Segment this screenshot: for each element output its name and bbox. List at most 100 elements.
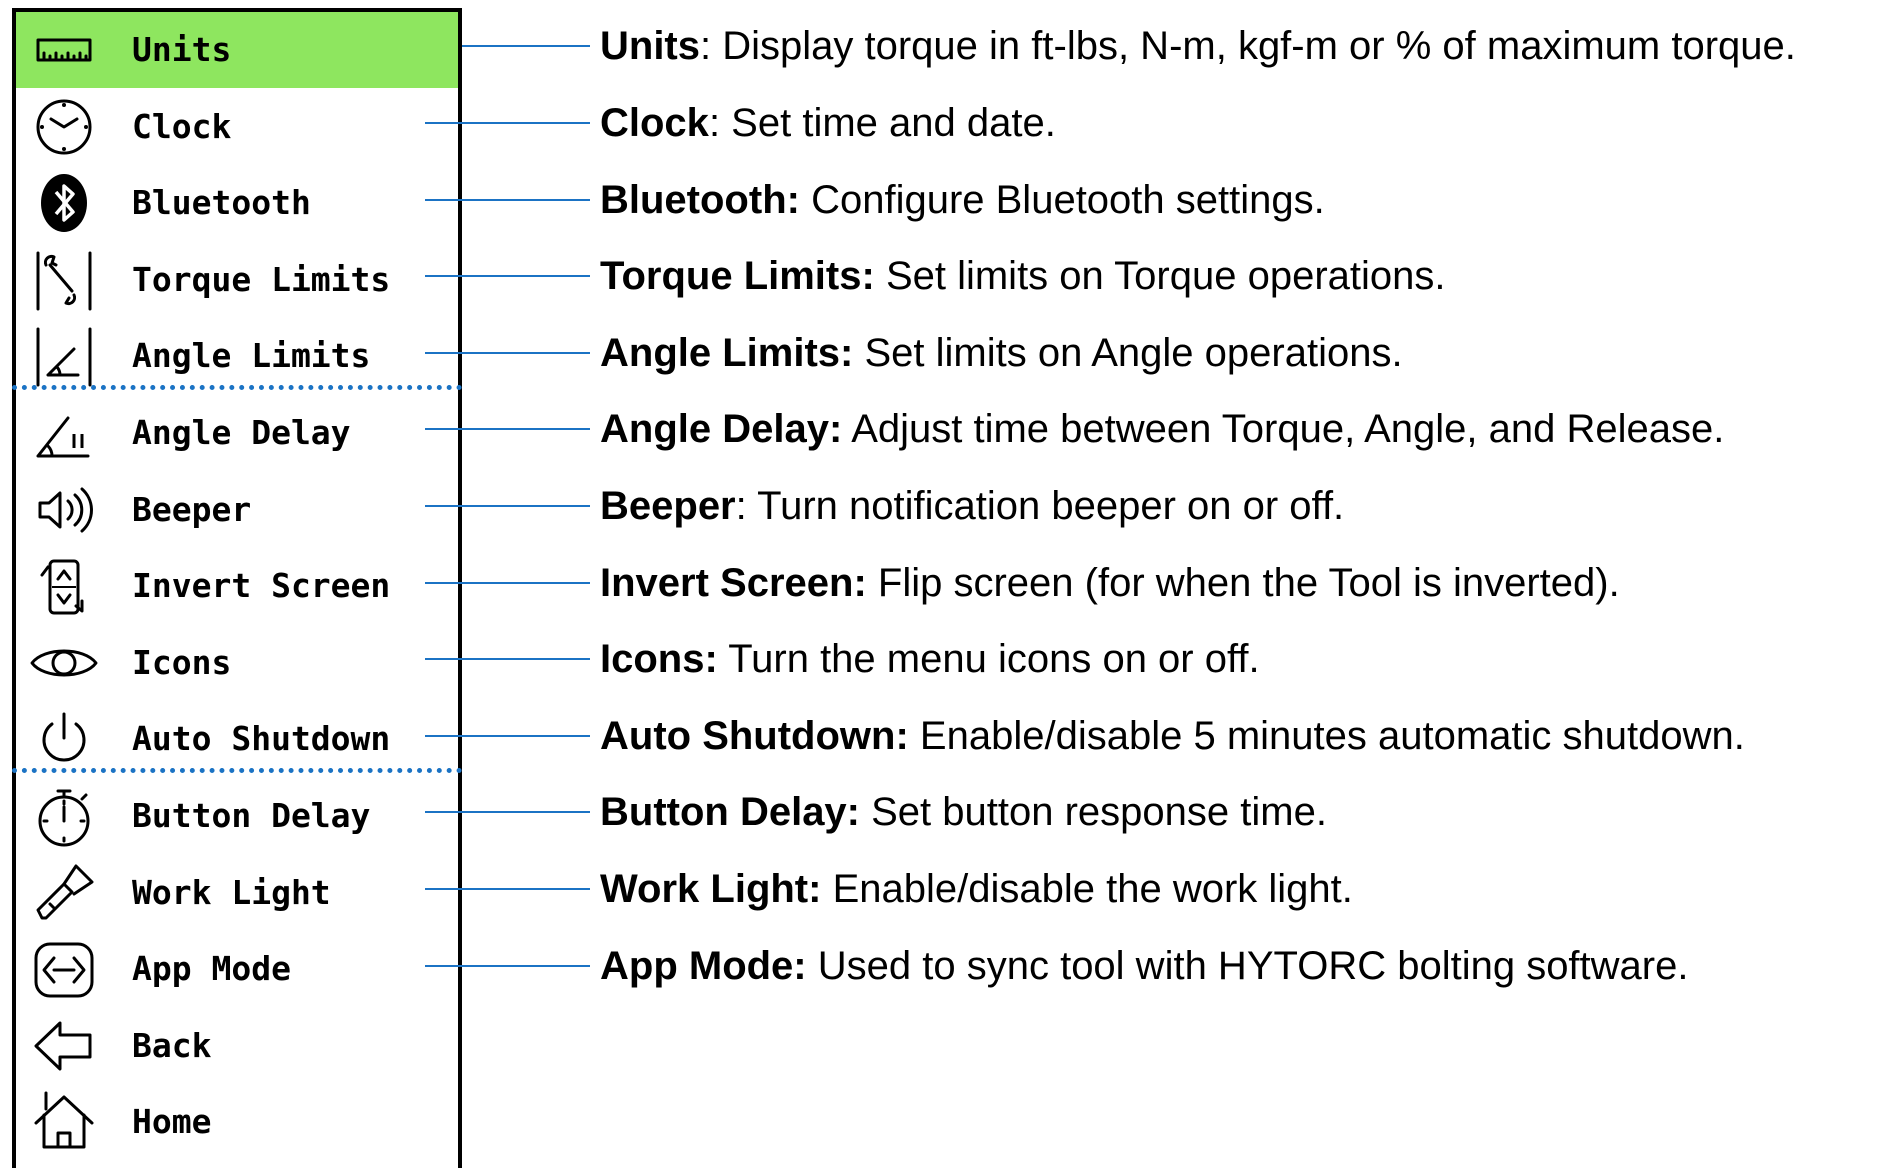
menu-item-torque-limits[interactable]: Torque Limits — [16, 242, 458, 318]
description-10: Button Delay: Set button response time. — [600, 774, 1327, 850]
leader-line — [425, 121, 590, 124]
leader-line — [425, 811, 590, 814]
description-8: Icons: Turn the menu icons on or off. — [600, 621, 1260, 697]
menu-item-work-light[interactable]: Work Light — [16, 855, 458, 931]
menu-item-label: Angle Limits — [132, 336, 371, 376]
home-icon — [30, 1089, 98, 1155]
power-icon — [30, 706, 98, 772]
stopwatch-icon — [30, 783, 98, 849]
menu-item-label: Angle Delay — [132, 413, 351, 452]
clock-icon — [30, 94, 98, 160]
menu-item-invert-screen[interactable]: Invert Screen — [16, 548, 458, 624]
description-separator: : — [735, 483, 758, 528]
leader-line — [425, 581, 590, 584]
menu-item-label: Beeper — [132, 489, 252, 529]
description-term: Angle Limits: — [600, 330, 854, 375]
invert-screen-icon — [30, 553, 98, 619]
menu-item-auto-shutdown[interactable]: Auto Shutdown — [16, 701, 458, 777]
menu-item-label: Torque Limits — [132, 259, 391, 299]
leader-line — [425, 198, 590, 201]
description-5: Angle Delay: Adjust time between Torque,… — [600, 391, 1724, 467]
bluetooth-icon — [30, 170, 98, 236]
description-term: Beeper — [600, 483, 736, 528]
description-separator — [909, 714, 920, 758]
flashlight-icon — [30, 860, 98, 926]
menu-item-beeper[interactable]: Beeper — [16, 472, 458, 548]
description-term: Bluetooth: — [600, 177, 800, 222]
eye-icon — [30, 630, 98, 696]
description-term: Clock — [600, 100, 709, 145]
menu-item-icons[interactable]: Icons — [16, 625, 458, 701]
menu-item-units[interactable]: Units — [16, 12, 458, 88]
menu-item-angle-limits[interactable]: Angle Limits — [16, 318, 458, 394]
wrench-icon — [30, 247, 98, 313]
description-term: Work Light: — [600, 866, 822, 911]
description-text: Display torque in ft-lbs, N-m, kgf-m or … — [722, 24, 1796, 69]
description-text: Set limits on Angle operations. — [864, 330, 1403, 375]
menu-item-label: Bluetooth — [132, 183, 311, 223]
menu-item-back[interactable]: Back — [16, 1008, 458, 1084]
description-term: Angle Delay: — [600, 407, 843, 452]
description-text: Set button response time. — [871, 790, 1327, 835]
description-term: Icons: — [600, 637, 718, 682]
description-separator — [842, 407, 851, 451]
ruler-icon — [30, 17, 98, 83]
angle-icon — [30, 323, 98, 389]
menu-item-label: App Mode — [132, 949, 291, 989]
description-6: Beeper: Turn notification beeper on or o… — [600, 468, 1344, 544]
description-text: Enable/disable the work light. — [832, 866, 1353, 911]
description-text: Adjust time between Torque, Angle, and R… — [851, 407, 1725, 452]
menu-group-separator — [12, 768, 462, 773]
description-separator: : — [700, 24, 723, 69]
leader-line — [425, 275, 590, 278]
description-term: Auto Shutdown: — [600, 713, 909, 758]
leader-line — [425, 428, 590, 431]
menu-item-button-delay[interactable]: Button Delay — [16, 778, 458, 854]
description-3: Torque Limits: Set limits on Torque oper… — [600, 238, 1446, 314]
leader-line — [425, 734, 590, 737]
menu-item-label: Auto Shutdown — [132, 719, 391, 759]
settings-menu-panel: Units Clock Bluetooth Torque Limits Angle Li… — [12, 8, 462, 1168]
leader-line — [462, 45, 590, 48]
back-arrow-icon — [30, 1013, 98, 1079]
menu-item-angle-delay[interactable]: Angle Delay — [16, 395, 458, 471]
description-term: Invert Screen: — [600, 560, 867, 605]
menu-item-bluetooth[interactable]: Bluetooth — [16, 165, 458, 241]
description-separator — [800, 178, 811, 222]
description-2: Bluetooth: Configure Bluetooth settings. — [600, 162, 1325, 238]
menu-item-label: Units — [132, 30, 232, 69]
description-11: Work Light: Enable/disable the work ligh… — [600, 851, 1353, 927]
description-term: Units — [600, 24, 700, 69]
description-text: Turn notification beeper on or off. — [757, 483, 1345, 528]
description-separator — [807, 944, 818, 988]
description-separator — [867, 561, 878, 605]
description-12: App Mode: Used to sync tool with HYTORC … — [600, 928, 1688, 1004]
description-separator — [718, 637, 728, 681]
app-mode-icon — [30, 936, 98, 1002]
menu-item-label: Clock — [132, 106, 232, 146]
menu-item-label: Back — [132, 1025, 212, 1065]
description-separator: : — [708, 100, 732, 145]
menu-item-home[interactable]: Home — [16, 1084, 458, 1160]
leader-line — [425, 351, 590, 354]
menu-group-separator — [12, 385, 462, 390]
description-9: Auto Shutdown: Enable/disable 5 minutes … — [600, 698, 1745, 774]
angle-pause-icon — [30, 400, 98, 466]
menu-item-clock[interactable]: Clock — [16, 89, 458, 165]
description-text: Enable/disable 5 minutes automatic shutd… — [919, 713, 1745, 758]
description-separator — [821, 867, 832, 911]
description-text: Flip screen (for when the Tool is invert… — [877, 560, 1620, 605]
description-separator — [853, 331, 864, 375]
leader-line — [425, 504, 590, 507]
description-separator — [875, 254, 886, 298]
description-text: Set time and date. — [731, 100, 1056, 145]
leader-line — [425, 964, 590, 967]
description-text: Set limits on Torque operations. — [885, 254, 1446, 299]
menu-item-label: Icons — [132, 642, 232, 682]
menu-item-app-mode[interactable]: App Mode — [16, 931, 458, 1007]
description-0: Units: Display torque in ft-lbs, N-m, kg… — [600, 8, 1796, 84]
description-text: Used to sync tool with HYTORC bolting so… — [817, 943, 1689, 988]
speaker-icon — [30, 477, 98, 543]
description-term: App Mode: — [600, 943, 807, 988]
menu-item-label: Work Light — [132, 872, 331, 912]
